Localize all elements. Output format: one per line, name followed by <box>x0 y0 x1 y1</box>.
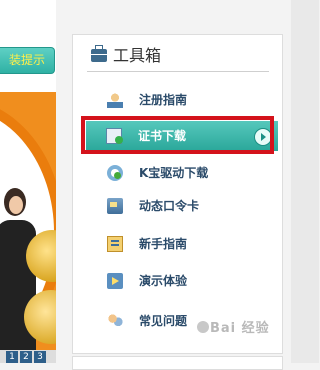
tool-item-label: 常见问题 <box>139 314 188 328</box>
title-divider <box>87 71 269 72</box>
tool-item-k-bao-driver[interactable]: K宝驱动下载 <box>87 157 277 189</box>
highlight-annotation <box>81 116 274 154</box>
baidu-paw-icon <box>197 321 209 333</box>
watermark: Bai 经验 <box>196 317 270 336</box>
tool-item-label: 演示体验 <box>139 274 188 288</box>
token-card-icon <box>107 198 123 214</box>
toolbox-title-text: 工具箱 <box>113 46 162 65</box>
tool-item-beginner-guide[interactable]: 新手指南 <box>87 228 277 260</box>
k-bao-driver-icon <box>107 165 123 181</box>
toolbox-title: 工具箱 <box>91 44 161 68</box>
install-tip-button[interactable]: 装提示 <box>0 47 55 74</box>
toolbox-panel: 工具箱 注册指南 证书下载 K宝驱动下载 动态口令卡 新手指南 演示体验 常见问… <box>72 34 283 354</box>
faq-icon <box>107 313 123 329</box>
left-column: 装提示 1 2 3 <box>0 0 56 363</box>
pager-item-2[interactable]: 2 <box>20 351 32 363</box>
tool-item-label: 新手指南 <box>139 237 188 251</box>
beginner-guide-icon <box>107 236 123 252</box>
watermark-text: Bai 经验 <box>210 321 270 336</box>
page-scrollbar[interactable] <box>291 0 319 363</box>
banner-pager: 1 2 3 <box>0 350 56 363</box>
next-panel <box>72 356 283 370</box>
pager-item-3[interactable]: 3 <box>34 351 46 363</box>
demo-icon <box>107 273 123 289</box>
tool-item-register-guide[interactable]: 注册指南 <box>87 84 277 116</box>
promo-banner[interactable] <box>0 92 56 350</box>
tool-item-token-card[interactable]: 动态口令卡 <box>87 190 277 222</box>
banner-person-face <box>9 196 23 214</box>
tool-item-label: K宝驱动下载 <box>139 166 209 180</box>
tool-item-label: 注册指南 <box>139 93 188 107</box>
tool-item-label: 动态口令卡 <box>139 199 200 213</box>
tool-item-demo[interactable]: 演示体验 <box>87 265 277 297</box>
user-guide-icon <box>107 92 123 108</box>
toolbox-icon <box>91 45 107 62</box>
pager-item-1[interactable]: 1 <box>6 351 18 363</box>
